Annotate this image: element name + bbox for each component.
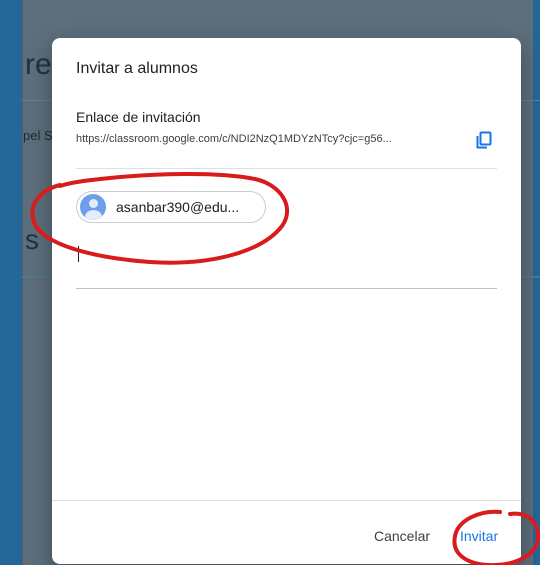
email-input-underline <box>76 288 497 289</box>
background-subtitle: pel S <box>23 128 53 143</box>
cancel-button[interactable]: Cancelar <box>368 524 436 548</box>
background-heading: s <box>25 224 39 255</box>
avatar <box>80 194 106 220</box>
recipient-email: asanbar390@edu... <box>116 199 240 215</box>
divider <box>76 168 497 169</box>
text-cursor[interactable] <box>78 246 79 262</box>
recipient-chip[interactable]: asanbar390@edu... <box>76 191 266 223</box>
background-title: re <box>25 48 52 81</box>
footer-divider <box>52 500 521 501</box>
invite-students-dialog: Invitar a alumnos Enlace de invitación h… <box>52 38 521 564</box>
invite-button[interactable]: Invitar <box>454 524 504 548</box>
dialog-title: Invitar a alumnos <box>76 60 198 77</box>
copy-icon[interactable] <box>476 131 492 149</box>
invite-link-url[interactable]: https://classroom.google.com/c/NDI2NzQ1M… <box>76 133 456 145</box>
invite-link-label: Enlace de invitación <box>76 109 201 125</box>
